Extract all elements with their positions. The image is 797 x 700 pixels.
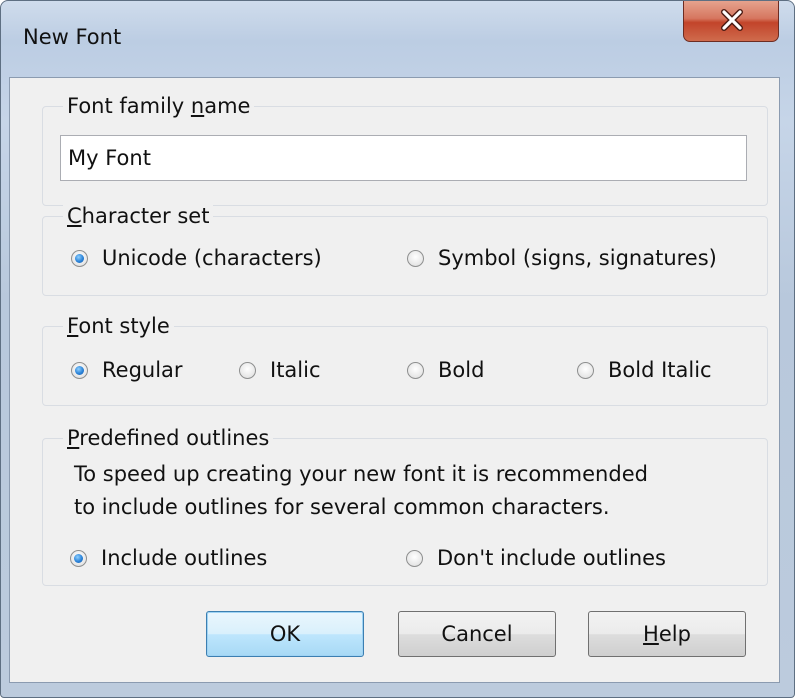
title-bar[interactable]: New Font <box>1 1 794 77</box>
help-button[interactable]: Help <box>588 611 746 657</box>
predefined-outlines-label: Predefined outlines <box>63 425 274 451</box>
font-family-group: Font family name My Font <box>42 93 768 206</box>
font-family-label: Font family name <box>63 93 255 119</box>
ok-button[interactable]: OK <box>206 611 364 657</box>
radio-unchecked-icon <box>239 361 256 379</box>
radio-unchecked-icon <box>407 249 424 267</box>
radio-italic[interactable]: Italic <box>239 358 321 382</box>
radio-checked-icon <box>71 361 88 379</box>
radio-symbol[interactable]: Symbol (signs, signatures) <box>407 246 717 270</box>
outlines-description-line-2: to include outlines for several common c… <box>74 495 610 519</box>
radio-unchecked-icon <box>407 361 424 379</box>
radio-include-outlines[interactable]: Include outlines <box>70 546 267 570</box>
outlines-description-line-1: To speed up creating your new font it is… <box>74 462 648 486</box>
radio-unchecked-icon <box>406 549 423 567</box>
radio-checked-icon <box>70 549 87 567</box>
character-set-label: Character set <box>63 203 214 229</box>
character-set-group: Character set Unicode (characters) Symbo… <box>42 203 768 296</box>
dialog-window: New Font Font family name My Font Charac… <box>0 0 795 698</box>
radio-regular[interactable]: Regular <box>71 358 183 382</box>
font-style-group: Font style Regular Italic Bold Bold Ital… <box>42 313 768 406</box>
radio-bold[interactable]: Bold <box>407 358 484 382</box>
font-family-input[interactable]: My Font <box>60 135 747 181</box>
radio-unchecked-icon <box>577 361 594 379</box>
font-style-label: Font style <box>63 313 174 339</box>
radio-checked-icon <box>71 249 88 267</box>
dialog-client-area: Font family name My Font Character set U… <box>9 77 780 683</box>
window-title: New Font <box>23 25 122 49</box>
close-button[interactable] <box>683 1 779 42</box>
radio-bold-italic[interactable]: Bold Italic <box>577 358 712 382</box>
cancel-button[interactable]: Cancel <box>398 611 556 657</box>
close-x-icon <box>721 9 743 31</box>
radio-dont-include-outlines[interactable]: Don't include outlines <box>406 546 666 570</box>
radio-unicode[interactable]: Unicode (characters) <box>71 246 322 270</box>
